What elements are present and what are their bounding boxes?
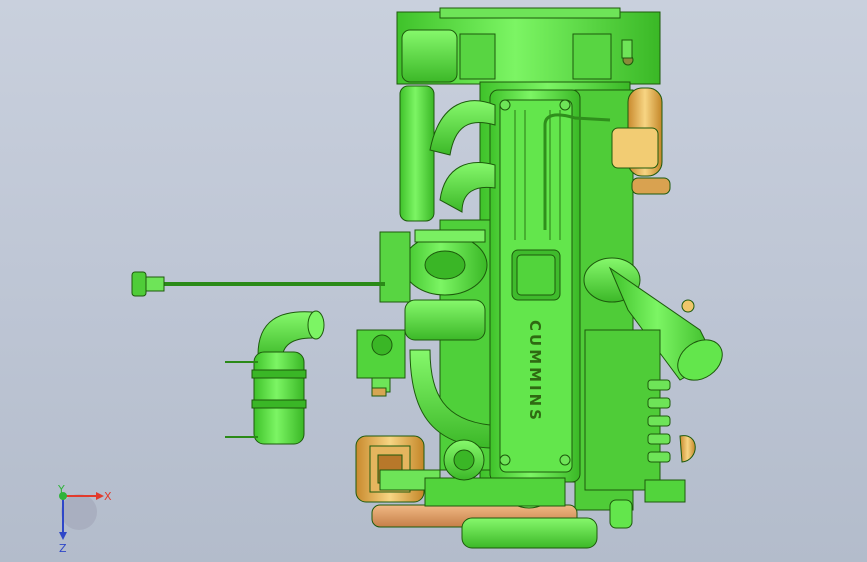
engine-model-canvas[interactable]: CUMMINS X Y Z xyxy=(0,0,867,562)
x-arrow-head xyxy=(96,492,104,500)
coordinate-triad[interactable]: X Y Z xyxy=(57,483,112,555)
z-arrow-head xyxy=(59,532,67,540)
mounting-bracket[interactable] xyxy=(356,329,406,397)
x-axis-label: X xyxy=(104,490,112,503)
cad-viewport[interactable]: CUMMINS X Y Z xyxy=(0,0,867,562)
valve-cover[interactable] xyxy=(489,89,581,483)
y-axis-label: Y xyxy=(57,483,65,496)
logo-text: CUMMINS xyxy=(526,320,544,423)
z-axis-label: Z xyxy=(59,542,67,555)
air-intake-elbow[interactable] xyxy=(225,310,325,445)
flywheel-housing[interactable] xyxy=(396,7,661,85)
dipstick[interactable] xyxy=(131,271,385,297)
